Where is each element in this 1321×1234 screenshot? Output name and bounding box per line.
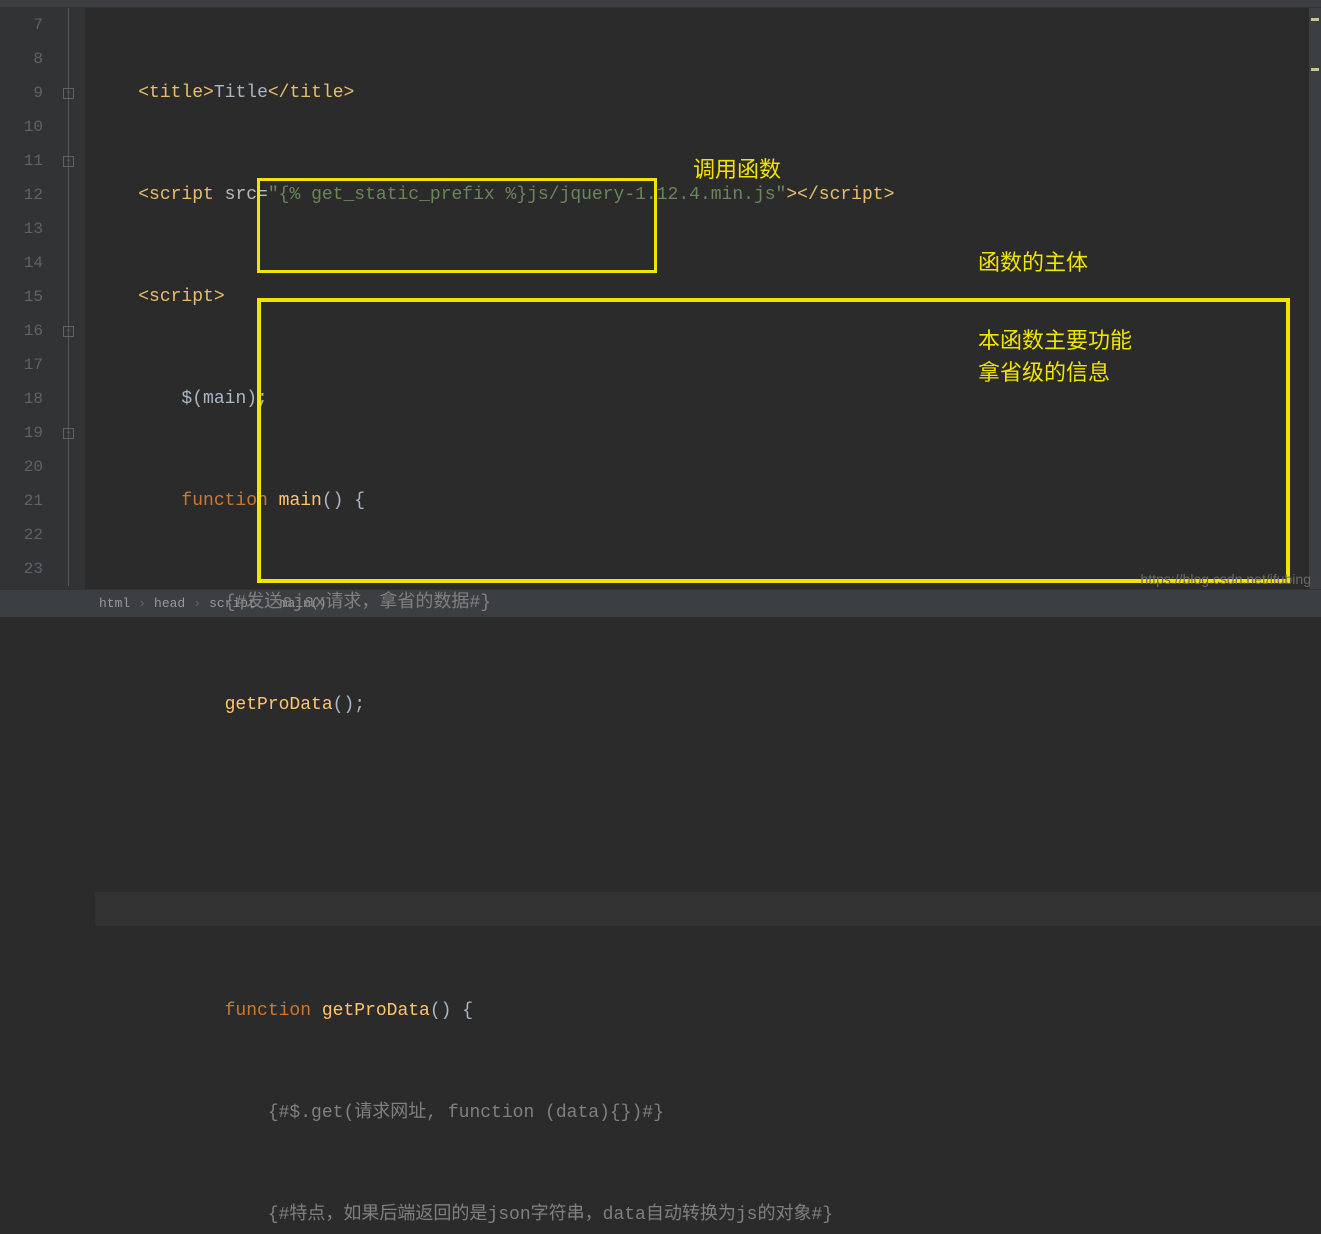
tab-bar bbox=[0, 0, 1321, 8]
line-number: 13 bbox=[0, 212, 43, 246]
code-area[interactable]: <title>Title</title> <script src="{% get… bbox=[85, 8, 1321, 589]
scrollbar[interactable] bbox=[1309, 8, 1321, 589]
fold-toggle-icon[interactable]: − bbox=[63, 326, 74, 337]
editor: 7 8 9 10 11 12 13 14 15 16 17 18 19 20 2… bbox=[0, 8, 1321, 589]
line-number: 21 bbox=[0, 484, 43, 518]
annotation-box-body bbox=[257, 298, 1290, 583]
line-number: 11 bbox=[0, 144, 43, 178]
line-number: 15 bbox=[0, 280, 43, 314]
line-number: 9 bbox=[0, 76, 43, 110]
annotation-label-desc1: 本函数主要功能 bbox=[978, 324, 1132, 358]
line-number: 7 bbox=[0, 8, 43, 42]
line-number: 17 bbox=[0, 348, 43, 382]
line-number: 19 bbox=[0, 416, 43, 450]
line-number: 23 bbox=[0, 552, 43, 586]
line-number-gutter: 7 8 9 10 11 12 13 14 15 16 17 18 19 20 2… bbox=[0, 8, 55, 589]
line-number: 12 bbox=[0, 178, 43, 212]
line-number: 14 bbox=[0, 246, 43, 280]
line-number: 8 bbox=[0, 42, 43, 76]
watermark: https://blog.csdn.net/ifubing bbox=[1141, 571, 1311, 587]
fold-gutter: − − − − bbox=[55, 8, 85, 589]
line-number: 22 bbox=[0, 518, 43, 552]
line-number: 20 bbox=[0, 450, 43, 484]
line-number: 10 bbox=[0, 110, 43, 144]
fold-toggle-icon[interactable]: − bbox=[63, 428, 74, 439]
fold-toggle-icon[interactable]: − bbox=[63, 88, 74, 99]
fold-toggle-icon[interactable]: − bbox=[63, 156, 74, 167]
line-number: 16 bbox=[0, 314, 43, 348]
line-number: 18 bbox=[0, 382, 43, 416]
annotation-label-body: 函数的主体 bbox=[978, 246, 1088, 280]
